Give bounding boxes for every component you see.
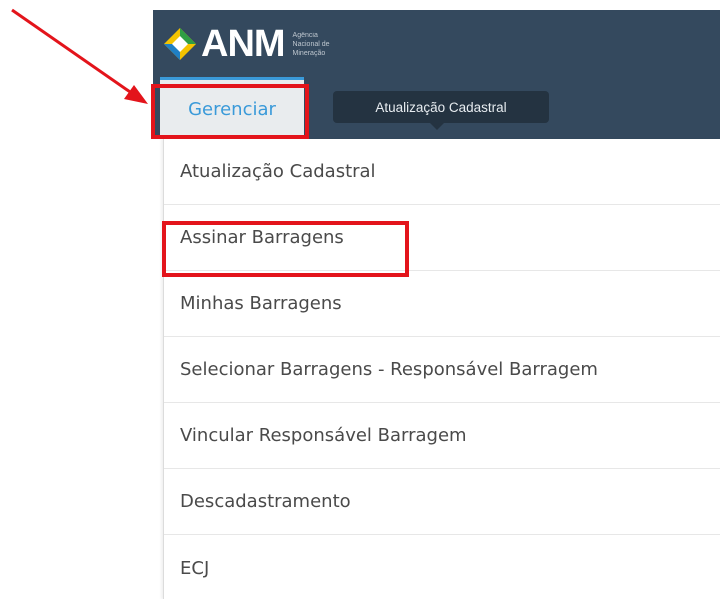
menu-item-vincular-responsavel[interactable]: Vincular Responsável Barragem <box>164 403 720 469</box>
tooltip: Atualização Cadastral <box>333 91 549 123</box>
menu-item-atualizacao-cadastral[interactable]: Atualização Cadastral <box>164 139 720 205</box>
logo-subtitle-line: Mineração <box>292 49 326 57</box>
menu-item-selecionar-barragens[interactable]: Selecionar Barragens - Responsável Barra… <box>164 337 720 403</box>
menu-item-ecj[interactable]: ECJ <box>164 535 720 599</box>
menu-item-minhas-barragens[interactable]: Minhas Barragens <box>164 271 720 337</box>
screenshot-stage: ANM Agência Nacional de Mineração Gerenc… <box>0 0 720 599</box>
anm-diamond-icon <box>164 28 196 60</box>
tooltip-arrow <box>430 123 444 130</box>
anm-logo[interactable]: ANM Agência Nacional de Mineração <box>162 20 330 68</box>
logo-text: ANM <box>201 23 286 65</box>
logo-subtitle: Agência Nacional de Mineração <box>293 31 330 58</box>
tab-gerenciar[interactable]: Gerenciar <box>160 77 304 139</box>
logo-subtitle-line: Nacional de <box>292 40 330 48</box>
menu-item-descadastramento[interactable]: Descadastramento <box>164 469 720 535</box>
logo-subtitle-line: Agência <box>292 31 318 39</box>
dropdown-menu: Atualização Cadastral Assinar Barragens … <box>163 139 720 599</box>
menu-item-assinar-barragens[interactable]: Assinar Barragens <box>164 205 720 271</box>
